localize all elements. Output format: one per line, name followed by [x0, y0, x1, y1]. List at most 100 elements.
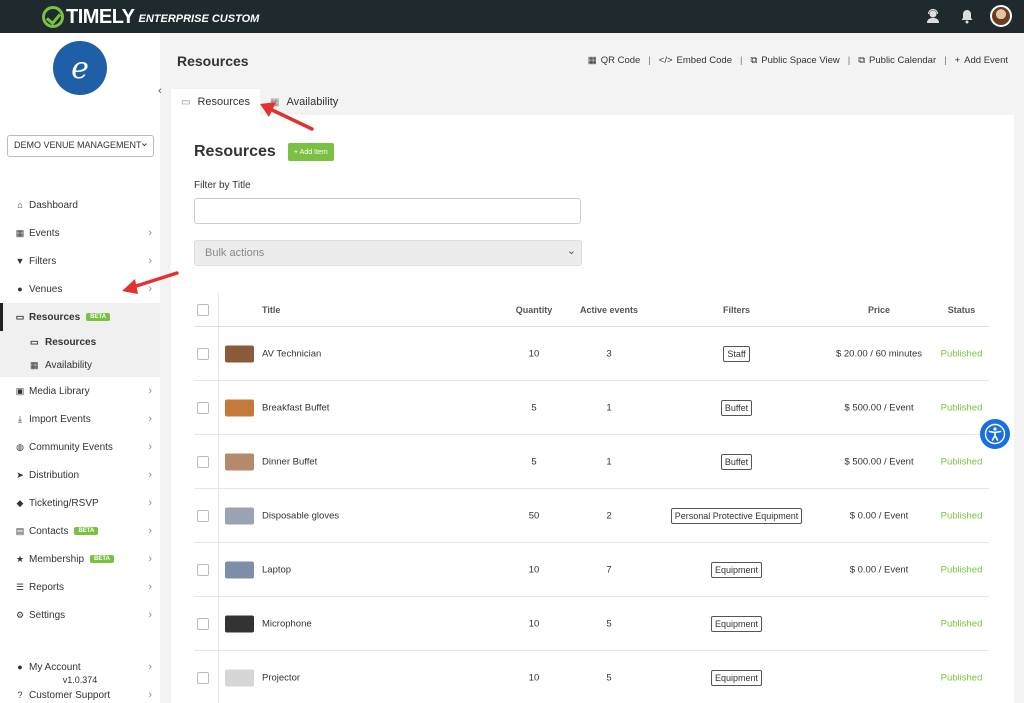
filter-tag[interactable]: Personal Protective Equipment [670, 507, 803, 524]
app-logo[interactable]: TIMELY ENTERPRISE CUSTOM [42, 5, 259, 29]
chevron-right-icon: › [148, 227, 152, 239]
resource-title[interactable]: Laptop [262, 564, 291, 575]
resource-title[interactable]: Disposable gloves [262, 510, 339, 521]
annotation-arrow-sidebar [122, 271, 179, 294]
top-icons [922, 5, 1012, 27]
resource-quantity: 5 [531, 402, 537, 413]
sidebar-item-events[interactable]: ▦ Events › [0, 219, 160, 247]
resource-title[interactable]: AV Technician [262, 348, 321, 359]
resource-quantity: 50 [528, 510, 540, 521]
row-checkbox[interactable] [197, 347, 209, 360]
add-item-button[interactable]: + Add Item [288, 143, 334, 161]
table-row[interactable]: Breakfast Buffet 5 1 Buffet $ 500.00 / Event… [194, 381, 989, 435]
filter-tag[interactable]: Buffet [720, 399, 753, 416]
resource-title[interactable]: Dinner Buffet [262, 456, 317, 467]
table-row[interactable]: Microphone 10 5 Equipment Published [194, 597, 989, 651]
chevron-right-icon: › [148, 255, 152, 267]
sidebar-item-membership[interactable]: ★ Membership BETA › [0, 545, 160, 573]
resource-status: Published [940, 348, 983, 359]
sidebar-subitem-resources[interactable]: ▭ Resources [0, 331, 160, 354]
venue-select[interactable]: DEMO VENUE MANAGEMENT [7, 135, 154, 157]
filter-tag[interactable]: Equipment [710, 669, 763, 686]
monitor-icon: ▭ [181, 96, 191, 108]
beta-badge: BETA [74, 527, 99, 535]
table-row[interactable]: AV Technician 10 3 Staff $ 20.00 / 60 minute… [194, 327, 989, 381]
sidebar-item-label: My Account [29, 661, 81, 673]
sidebar-item-label: Import Events [29, 413, 91, 425]
public-calendar-link[interactable]: ⧉ Public Calendar [858, 55, 936, 66]
header-status[interactable]: Status [934, 305, 989, 315]
accessibility-icon [984, 423, 1006, 445]
sidebar-item-contacts[interactable]: ▤ Contacts BETA › [0, 517, 160, 545]
monitor-icon: ▭ [15, 311, 25, 322]
filter-tag[interactable]: Buffet [720, 453, 753, 470]
filter-title-input[interactable] [194, 198, 581, 224]
resources-table: Title Quantity Active events Filters Pri… [194, 293, 989, 703]
resource-active-events: 5 [606, 672, 612, 683]
resource-title[interactable]: Projector [262, 672, 300, 683]
row-checkbox[interactable] [197, 509, 209, 522]
sidebar-item-media-library[interactable]: ▣ Media Library › [0, 377, 160, 405]
resource-thumbnail [225, 561, 254, 578]
sidebar-item-reports[interactable]: ☰ Reports › [0, 573, 160, 601]
bell-icon[interactable] [956, 5, 978, 27]
row-checkbox[interactable] [197, 617, 209, 630]
resource-thumbnail [225, 399, 254, 416]
sidebar-item-label: Events [29, 227, 60, 239]
embed-code-link[interactable]: </> Embed Code [659, 55, 732, 66]
sidebar-item-community-events[interactable]: ◍ Community Events › [0, 433, 160, 461]
chevron-right-icon: › [148, 469, 152, 481]
row-checkbox[interactable] [197, 563, 209, 576]
resource-filter: Buffet [654, 453, 819, 470]
sidebar-item-ticketing[interactable]: ◆ Ticketing/RSVP › [0, 489, 160, 517]
header-quantity[interactable]: Quantity [499, 305, 569, 315]
qr-code-link[interactable]: ▦ QR Code [588, 55, 641, 66]
filter-tag[interactable]: Equipment [710, 561, 763, 578]
resource-quantity: 5 [531, 456, 537, 467]
resource-filter: Personal Protective Equipment [654, 507, 819, 524]
sidebar-item-resources[interactable]: ▭ Resources BETA [0, 303, 160, 331]
filter-icon: ▼ [15, 256, 25, 266]
sidebar-item-label: Membership [29, 553, 85, 565]
row-checkbox[interactable] [197, 671, 209, 684]
user-avatar[interactable] [990, 5, 1012, 27]
resource-filter: Staff [654, 345, 819, 362]
table-row[interactable]: Disposable gloves 50 2 Personal Protective … [194, 489, 989, 543]
resource-price: $ 500.00 / Event [844, 402, 914, 413]
table-row[interactable]: Dinner Buffet 5 1 Buffet $ 500.00 / Event Pub… [194, 435, 989, 489]
header-title[interactable]: Title [262, 305, 280, 315]
sidebar-item-distribution[interactable]: ➤ Distribution › [0, 461, 160, 489]
filter-label: Filter by Title [194, 180, 251, 191]
collapse-sidebar-icon[interactable]: ‹ [158, 85, 162, 97]
public-space-view-link[interactable]: ⧉ Public Space View [750, 55, 839, 66]
support-agent-icon[interactable] [922, 5, 944, 27]
bulk-actions-select[interactable]: Bulk actions [194, 240, 582, 266]
resource-title[interactable]: Breakfast Buffet [262, 402, 329, 413]
select-all-checkbox[interactable] [197, 303, 209, 316]
add-event-link[interactable]: + Add Event [955, 55, 1008, 66]
sidebar-item-dashboard[interactable]: ⌂ Dashboard [0, 191, 160, 219]
public-space-view-label: Public Space View [761, 55, 840, 66]
image-icon: ▣ [15, 385, 25, 396]
row-checkbox[interactable] [197, 455, 209, 468]
gears-icon: ⚙ [15, 609, 25, 620]
accessibility-button[interactable] [980, 419, 1010, 449]
sidebar-item-label: Filters [29, 255, 57, 267]
resource-title[interactable]: Microphone [262, 618, 312, 629]
ticket-icon: ◆ [16, 497, 24, 508]
external-link-icon: ⧉ [750, 55, 758, 66]
sidebar: e ‹ DEMO VENUE MANAGEMENT ⌂ Dashboard ▦ … [0, 33, 162, 703]
resource-price: $ 20.00 / 60 minutes [835, 348, 923, 359]
monitor-icon: ▭ [30, 337, 39, 347]
header-price[interactable]: Price [824, 305, 934, 315]
filter-tag[interactable]: Staff [723, 345, 750, 362]
header-active-events[interactable]: Active events [569, 305, 649, 315]
table-row[interactable]: Laptop 10 7 Equipment $ 0.00 / Event Publishe… [194, 543, 989, 597]
sidebar-item-settings[interactable]: ⚙ Settings › [0, 601, 160, 629]
filter-tag[interactable]: Equipment [710, 615, 763, 632]
row-checkbox[interactable] [197, 401, 209, 414]
sidebar-item-import-events[interactable]: ⤓ Import Events › [0, 405, 160, 433]
tab-resources[interactable]: ▭ Resources [171, 89, 261, 115]
sidebar-subitem-availability[interactable]: ▦ Availability [0, 354, 160, 377]
table-row[interactable]: Projector 10 5 Equipment Published [194, 651, 989, 703]
